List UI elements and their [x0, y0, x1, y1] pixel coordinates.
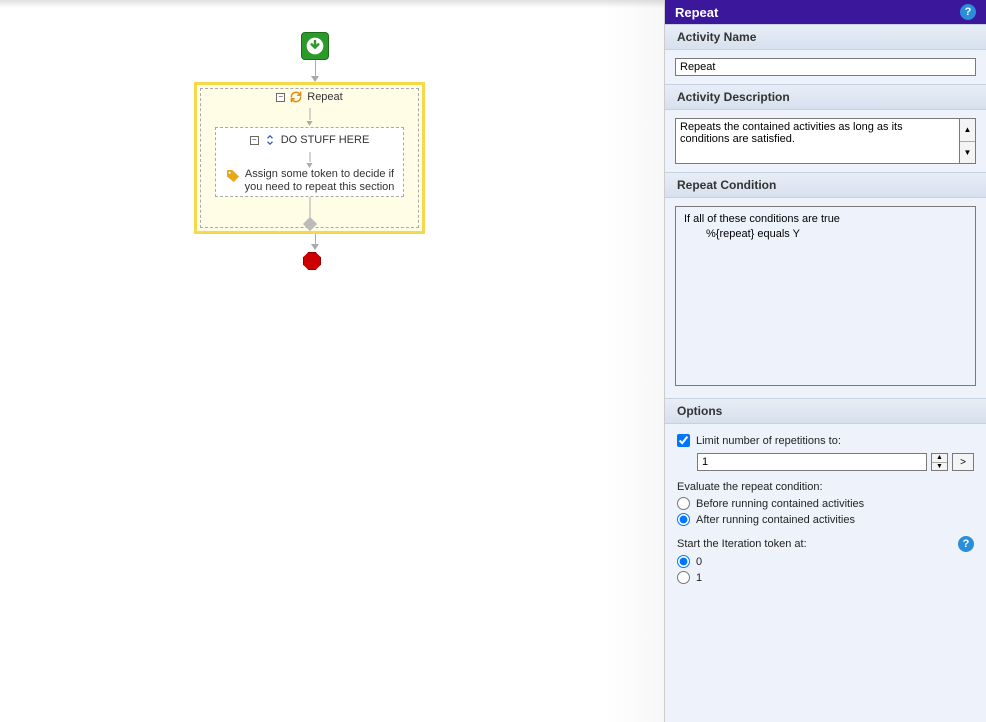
condition-rule[interactable]: %{repeat} equals Y: [684, 228, 967, 240]
section-activity-name: Activity Name: [665, 24, 986, 50]
inner-node-label: DO STUFF HERE: [281, 134, 370, 146]
repeat-node-header: − Repeat: [197, 88, 422, 106]
iter-1-radio[interactable]: [677, 571, 690, 584]
repeat-activity-node[interactable]: − Repeat − DO STUFF HERE: [194, 82, 425, 234]
tag-icon: [225, 168, 241, 184]
panel-title: Repeat: [675, 5, 718, 20]
condition-header: If all of these conditions are true: [684, 213, 967, 225]
description-scroll[interactable]: ▲ ▼: [959, 118, 976, 164]
activity-description-input[interactable]: [675, 118, 959, 164]
limit-go-button[interactable]: >: [952, 453, 974, 471]
properties-panel: Repeat ? Activity Name Activity Descript…: [665, 0, 986, 722]
repeat-node-label: Repeat: [307, 91, 342, 103]
condition-editor[interactable]: If all of these conditions are true %{re…: [675, 206, 976, 386]
start-node[interactable]: [301, 32, 329, 60]
eval-before-label[interactable]: Before running contained activities: [696, 498, 864, 510]
iter-0-radio[interactable]: [677, 555, 690, 568]
iter-0-label[interactable]: 0: [696, 556, 702, 568]
inner-activity-node[interactable]: − DO STUFF HERE Assign some token to dec…: [215, 127, 404, 197]
panel-title-bar: Repeat ?: [665, 0, 986, 24]
assign-line2: you need to repeat this section: [245, 181, 395, 194]
assign-label: Assign some token to decide if you need …: [245, 168, 395, 194]
flow-arrow: [314, 60, 316, 82]
iter-1-label[interactable]: 1: [696, 572, 702, 584]
updown-icon: [263, 135, 277, 145]
canvas-right-shadow: [604, 0, 664, 722]
flow-arrow: [309, 152, 310, 162]
end-node[interactable]: [302, 251, 322, 271]
eval-after-label[interactable]: After running contained activities: [696, 514, 855, 526]
collapse-icon[interactable]: −: [276, 93, 285, 102]
arrow-down-circle-icon: [305, 36, 325, 56]
eval-before-radio[interactable]: [677, 497, 690, 510]
limit-checkbox[interactable]: [677, 434, 690, 447]
flow-arrow: [314, 234, 316, 250]
help-icon[interactable]: ?: [960, 4, 976, 20]
evaluate-label: Evaluate the repeat condition:: [677, 481, 974, 493]
repeat-icon: [289, 90, 303, 104]
eval-after-radio[interactable]: [677, 513, 690, 526]
activity-name-input[interactable]: [675, 58, 976, 76]
iteration-label: Start the Iteration token at:: [677, 538, 807, 550]
scroll-up-icon[interactable]: ▲: [960, 119, 975, 142]
scroll-down-icon[interactable]: ▼: [960, 142, 975, 164]
section-repeat-condition: Repeat Condition: [665, 172, 986, 198]
canvas-shadow: [0, 0, 664, 8]
assign-activity[interactable]: Assign some token to decide if you need …: [216, 168, 403, 194]
collapse-icon[interactable]: −: [250, 136, 259, 145]
limit-label[interactable]: Limit number of repetitions to:: [696, 435, 841, 447]
section-options: Options: [665, 398, 986, 424]
flow-arrow: [309, 108, 310, 120]
help-icon[interactable]: ?: [958, 536, 974, 552]
limit-value-input[interactable]: [697, 453, 927, 471]
section-activity-description: Activity Description: [665, 84, 986, 110]
limit-spinner[interactable]: ▲ ▼: [931, 453, 948, 471]
spinner-down-icon[interactable]: ▼: [932, 463, 947, 471]
assign-line1: Assign some token to decide if: [245, 168, 395, 181]
spinner-up-icon[interactable]: ▲: [932, 454, 947, 463]
workflow-canvas[interactable]: − Repeat − DO STUFF HERE: [0, 0, 665, 722]
